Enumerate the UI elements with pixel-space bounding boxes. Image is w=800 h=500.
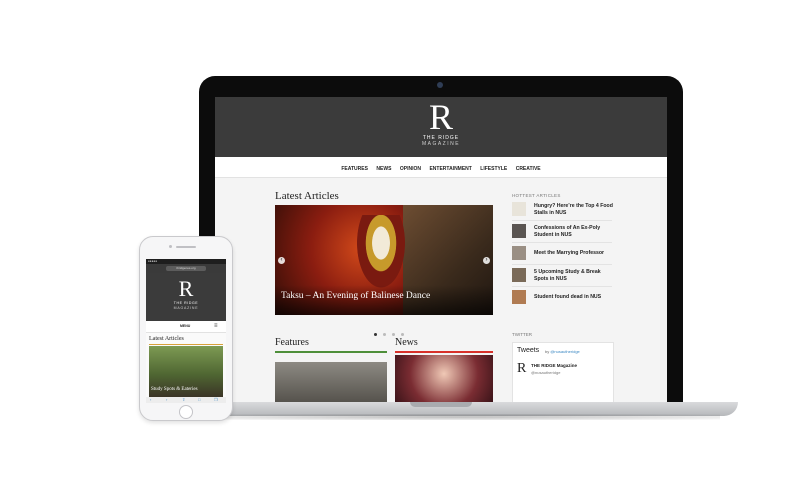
camera-icon (437, 82, 443, 88)
phone-home-button[interactable] (179, 405, 193, 419)
next-arrow-icon[interactable]: › (483, 257, 490, 264)
nav-item-lifestyle[interactable]: LIFESTYLE (480, 159, 507, 179)
hottest-thumbnail (512, 268, 526, 282)
tweets-by-line: by @nusautheridge (545, 349, 580, 354)
phone-logo-subtitle: MAGAZINE (173, 306, 199, 310)
tweet-author-name[interactable]: THE RIDGE Magazine (531, 363, 577, 368)
logo-letter: R (428, 97, 453, 137)
hero-image (353, 215, 409, 295)
features-heading[interactable]: Features (275, 337, 309, 348)
features-thumbnail[interactable] (275, 362, 387, 402)
phone-hero-caption[interactable]: Study Spots & Eateries (151, 387, 198, 392)
phone-menu-bar: MENU ≡ (146, 321, 226, 333)
phone-logo-letter: R (178, 276, 194, 301)
latest-articles-heading: Latest Articles (275, 190, 339, 202)
tweets-by: by (545, 349, 550, 354)
hero-slider[interactable]: ‹ › Taksu – An Evening of Balinese Dance (275, 205, 493, 315)
hamburger-icon[interactable]: ≡ (214, 323, 218, 329)
hottest-thumbnail (512, 202, 526, 216)
slider-dot[interactable] (392, 333, 395, 336)
hottest-item-title[interactable]: Confessions of An Ex-Poly Student in NUS (534, 225, 614, 238)
site-header: R THE RIDGE MAGAZINE (215, 97, 667, 157)
laptop-notch (410, 402, 472, 407)
phone-frame: ●●●●● thridgenus.org R THE RIDGE MAGAZIN… (139, 236, 233, 421)
hottest-articles-heading: HOTTEST ARTICLES (512, 193, 561, 198)
hottest-item[interactable]: 5 Upcoming Study & Break Spots in NUS (512, 268, 612, 286)
tabs-icon[interactable]: ❐ (214, 397, 218, 402)
features-underline (275, 351, 387, 353)
hottest-item[interactable]: Confessions of An Ex-Poly Student in NUS (512, 224, 612, 242)
forward-icon[interactable]: › (166, 397, 167, 402)
hottest-item[interactable]: Hungry? Here’re the Top 4 Food Stalls in… (512, 202, 614, 220)
tweet-author-handle[interactable]: @nusautheridge (531, 370, 560, 375)
hero-caption[interactable]: Taksu – An Evening of Balinese Dance (281, 291, 430, 301)
laptop-frame: R THE RIDGE MAGAZINE FEATURES NEWS OPINI… (199, 76, 683, 412)
hottest-item-title[interactable]: Hungry? Here’re the Top 4 Food Stalls in… (534, 203, 614, 216)
nav-item-entertainment[interactable]: ENTERTAINMENT (429, 159, 471, 179)
nav-item-opinion[interactable]: OPINION (400, 159, 421, 179)
news-thumbnail[interactable] (395, 355, 493, 402)
phone-latest-underline (149, 344, 223, 345)
hottest-item[interactable]: Meet the Marrying Professor (512, 246, 612, 264)
site-logo[interactable]: R THE RIDGE MAGAZINE (411, 99, 471, 147)
slider-dot[interactable] (401, 333, 404, 336)
signal-icon: ●●●●● (148, 259, 158, 263)
nav-item-news[interactable]: NEWS (376, 159, 391, 179)
slider-dot[interactable] (374, 333, 377, 336)
phone-url-field[interactable]: thridgenus.org (166, 266, 206, 271)
prev-arrow-icon[interactable]: ‹ (278, 257, 285, 264)
hottest-thumbnail (512, 224, 526, 238)
news-underline (395, 351, 493, 353)
bookmarks-icon[interactable]: □ (198, 397, 200, 402)
logo-subtitle: MAGAZINE (421, 141, 461, 147)
hottest-item-title[interactable]: Student found dead in NUS (534, 294, 614, 301)
phone-speaker (176, 246, 196, 248)
phone-screen: ●●●●● thridgenus.org R THE RIDGE MAGAZIN… (146, 259, 226, 403)
nav-item-creative[interactable]: CREATIVE (516, 159, 541, 179)
twitter-widget: Tweets by @nusautheridge R THE RIDGE Mag… (512, 342, 614, 402)
phone-latest-heading: Latest Articles (149, 336, 184, 342)
share-icon[interactable]: ⇧ (182, 397, 185, 402)
main-nav: FEATURES NEWS OPINION ENTERTAINMENT LIFE… (215, 157, 667, 178)
hottest-item-title[interactable]: 5 Upcoming Study & Break Spots in NUS (534, 269, 614, 282)
hottest-thumbnail (512, 246, 526, 260)
tweet-avatar[interactable]: R (517, 361, 526, 377)
tweets-handle-link[interactable]: @nusautheridge (550, 349, 579, 354)
twitter-heading: TWITTER (512, 332, 532, 337)
hottest-item[interactable]: Student found dead in NUS (512, 290, 612, 308)
phone-menu-label[interactable]: MENU (180, 324, 190, 328)
hottest-thumbnail (512, 290, 526, 304)
hottest-item-title[interactable]: Meet the Marrying Professor (534, 250, 614, 257)
phone-site-logo[interactable]: R THE RIDGE MAGAZINE (146, 273, 226, 321)
phone-address-bar: thridgenus.org (146, 264, 226, 273)
slider-dot[interactable] (383, 333, 386, 336)
back-icon[interactable]: ‹ (150, 397, 151, 402)
tweets-title: Tweets (517, 347, 540, 354)
nav-item-features[interactable]: FEATURES (341, 159, 368, 179)
phone-camera-icon (169, 245, 172, 248)
laptop-screen: R THE RIDGE MAGAZINE FEATURES NEWS OPINI… (215, 97, 667, 402)
news-heading[interactable]: News (395, 337, 418, 348)
phone-browser-toolbar: ‹ › ⇧ □ ❐ (146, 397, 226, 403)
